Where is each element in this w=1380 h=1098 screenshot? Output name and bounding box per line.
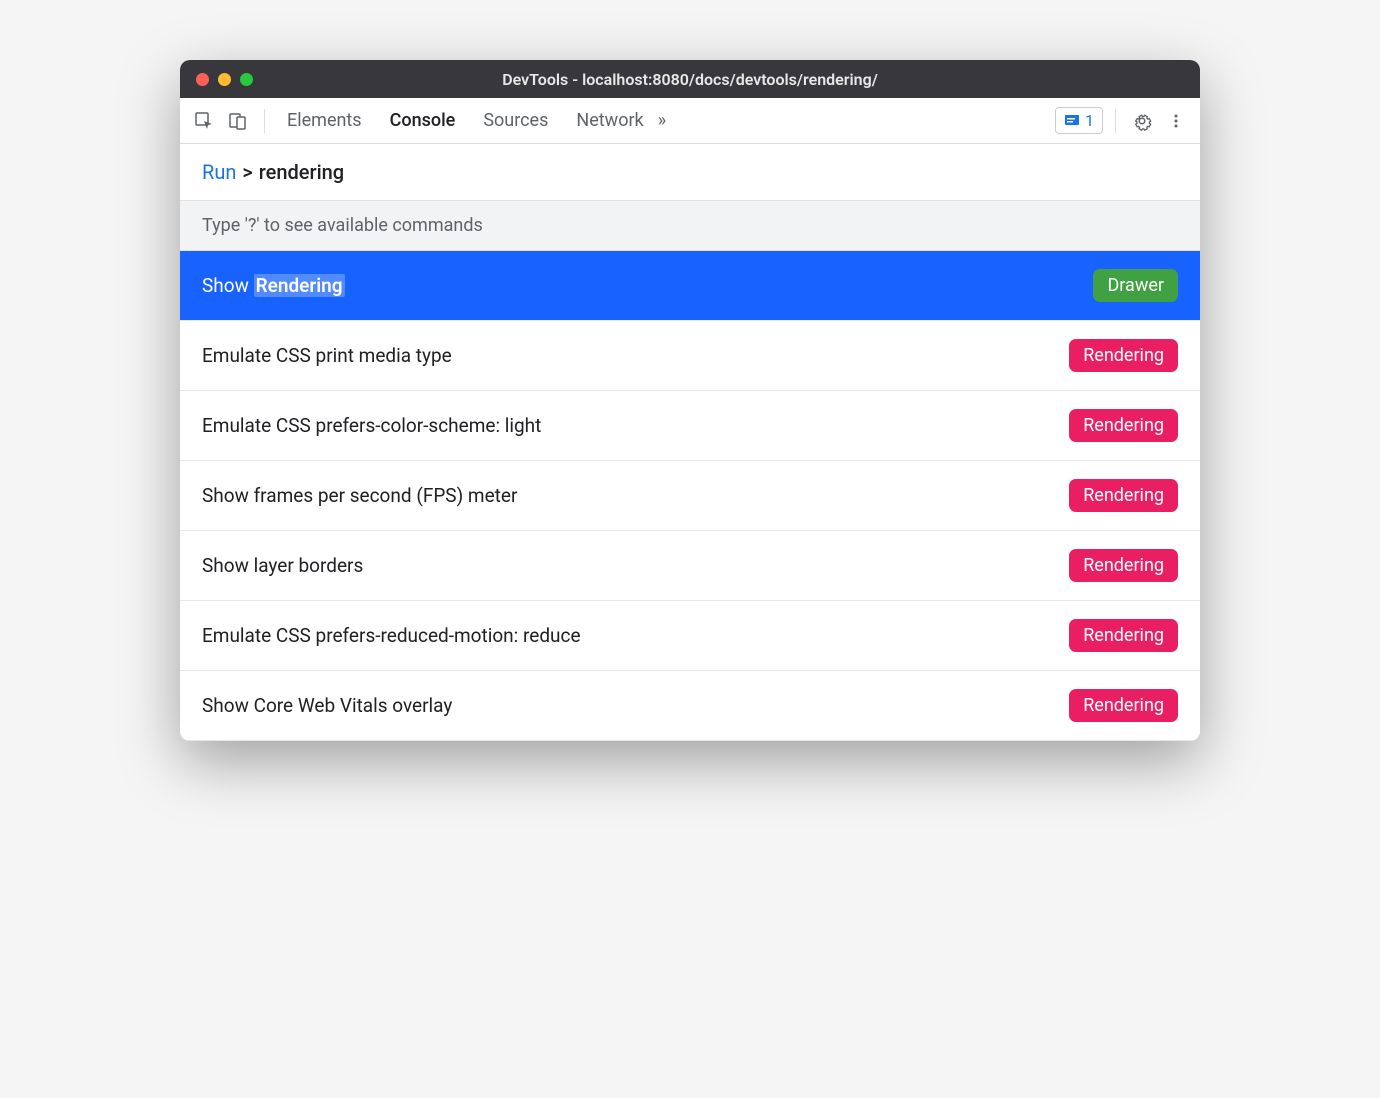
input-prefix: > — [242, 160, 252, 184]
command-menu: Run > Type '?' to see available commands… — [180, 144, 1200, 741]
settings-icon[interactable] — [1128, 107, 1156, 135]
result-label: Emulate CSS print media type — [202, 344, 452, 367]
device-toolbar-icon[interactable] — [224, 107, 252, 135]
result-label: Show Rendering — [202, 274, 345, 297]
command-results[interactable]: Show Rendering Drawer Emulate CSS print me… — [180, 251, 1200, 741]
result-badge: Rendering — [1069, 339, 1178, 372]
maximize-button[interactable] — [240, 73, 253, 86]
divider — [264, 109, 265, 133]
close-button[interactable] — [196, 73, 209, 86]
command-result-item[interactable]: Emulate CSS print media type Rendering — [180, 321, 1200, 391]
more-tabs-icon[interactable]: » — [650, 110, 674, 131]
result-label: Show layer borders — [202, 554, 363, 577]
issues-icon — [1064, 113, 1080, 129]
command-result-item[interactable]: Show Core Web Vitals overlay Rendering — [180, 671, 1200, 741]
result-label: Show Core Web Vitals overlay — [202, 694, 452, 717]
issues-count: 1 — [1085, 111, 1094, 130]
command-result-item[interactable]: Emulate CSS prefers-reduced-motion: redu… — [180, 601, 1200, 671]
command-result-item[interactable]: Emulate CSS prefers-color-scheme: light R… — [180, 391, 1200, 461]
command-result-item[interactable]: Show layer borders Rendering — [180, 531, 1200, 601]
command-input-row: Run > — [180, 144, 1200, 200]
panel-tabs: Elements Console Sources Network — [287, 106, 644, 135]
minimize-button[interactable] — [218, 73, 231, 86]
result-badge: Rendering — [1069, 689, 1178, 722]
command-hint: Type '?' to see available commands — [180, 200, 1200, 251]
titlebar: DevTools - localhost:8080/docs/devtools/… — [180, 60, 1200, 98]
tab-sources[interactable]: Sources — [483, 106, 548, 135]
command-input[interactable] — [259, 160, 1178, 184]
divider — [1115, 109, 1116, 133]
result-badge: Rendering — [1069, 549, 1178, 582]
command-result-item[interactable]: Show frames per second (FPS) meter Render… — [180, 461, 1200, 531]
run-label: Run — [202, 160, 236, 184]
devtools-window: DevTools - localhost:8080/docs/devtools/… — [180, 60, 1200, 741]
traffic-lights — [196, 73, 253, 86]
tab-elements[interactable]: Elements — [287, 106, 362, 135]
result-badge: Drawer — [1093, 269, 1178, 302]
toolbar: Elements Console Sources Network » 1 — [180, 98, 1200, 144]
result-badge: Rendering — [1069, 409, 1178, 442]
inspect-element-icon[interactable] — [190, 107, 218, 135]
tab-network[interactable]: Network — [576, 106, 643, 135]
more-options-icon[interactable] — [1162, 107, 1190, 135]
result-label: Show frames per second (FPS) meter — [202, 484, 517, 507]
result-label: Emulate CSS prefers-color-scheme: light — [202, 414, 541, 437]
result-badge: Rendering — [1069, 619, 1178, 652]
tab-console[interactable]: Console — [390, 106, 456, 135]
window-title: DevTools - localhost:8080/docs/devtools/… — [180, 70, 1200, 89]
command-result-item[interactable]: Show Rendering Drawer — [180, 251, 1200, 321]
result-badge: Rendering — [1069, 479, 1178, 512]
result-label: Emulate CSS prefers-reduced-motion: redu… — [202, 624, 581, 647]
issues-counter[interactable]: 1 — [1055, 107, 1103, 134]
